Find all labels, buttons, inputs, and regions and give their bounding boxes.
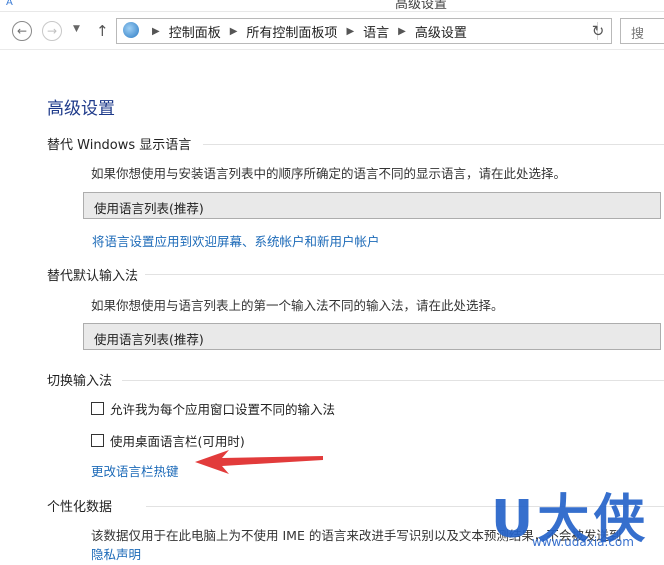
desktop-language-bar-option[interactable]: 使用桌面语言栏(可用时): [91, 431, 245, 450]
section-heading-default-input: 替代默认输入法: [47, 269, 139, 284]
chevron-right-icon[interactable]: ▶: [346, 26, 354, 37]
arrow-right-icon: →: [46, 24, 58, 38]
section-heading-switch-input: 切换输入法: [47, 374, 113, 389]
breadcrumb-item[interactable]: 语言: [363, 22, 389, 41]
display-language-select[interactable]: 使用语言列表(推荐): [83, 192, 661, 219]
navigation-bar: ← → ▼ ↑ ▶ 控制面板 ▶ 所有控制面板项 ▶ 语言 ▶ 高级设置 ↻ 搜: [0, 12, 664, 50]
refresh-icon: ↻: [591, 22, 605, 40]
breadcrumb-item[interactable]: 所有控制面板项: [246, 22, 337, 41]
control-panel-window: A 高级设置 ← → ▼ ↑ ▶ 控制面板 ▶ 所有控制面板项 ▶ 语言 ▶ 高…: [0, 0, 664, 565]
forward-button[interactable]: →: [42, 21, 62, 41]
page-title: 高级设置: [47, 99, 115, 119]
section-heading-personalization: 个性化数据: [47, 500, 113, 515]
per-app-input-label[interactable]: 允许我为每个应用窗口设置不同的输入法: [110, 399, 335, 418]
chevron-right-icon[interactable]: ▶: [398, 26, 406, 37]
breadcrumb: ▶ 控制面板 ▶ 所有控制面板项 ▶ 语言 ▶ 高级设置: [143, 22, 467, 41]
per-app-input-checkbox[interactable]: [91, 402, 104, 415]
red-arrow-annotation: [195, 450, 323, 474]
recent-locations-dropdown[interactable]: ▼: [73, 24, 80, 34]
section-divider: [145, 274, 664, 275]
chevron-right-icon[interactable]: ▶: [230, 26, 238, 37]
section-divider: [122, 380, 664, 381]
arrow-left-icon: ←: [16, 24, 28, 38]
site-watermark: U大侠 www.udaxia.com: [488, 477, 664, 559]
title-bar: A 高级设置: [0, 0, 664, 12]
display-language-description: 如果你想使用与安装语言列表中的顺序所确定的语言不同的显示语言，请在此处选择。: [91, 166, 567, 181]
chevron-right-icon[interactable]: ▶: [152, 26, 160, 37]
apply-welcome-screen-link[interactable]: 将语言设置应用到欢迎屏幕、系统帐户和新用户帐户: [92, 231, 380, 250]
section-heading-display-language: 替代 Windows 显示语言: [47, 138, 192, 153]
change-language-bar-hotkeys-link[interactable]: 更改语言栏热键: [91, 461, 179, 480]
control-panel-icon: [121, 20, 143, 42]
desktop-language-bar-label[interactable]: 使用桌面语言栏(可用时): [110, 431, 245, 450]
search-placeholder: 搜: [631, 27, 645, 42]
address-bar[interactable]: ▶ 控制面板 ▶ 所有控制面板项 ▶ 语言 ▶ 高级设置: [116, 18, 612, 44]
per-app-input-option[interactable]: 允许我为每个应用窗口设置不同的输入法: [91, 399, 335, 418]
refresh-button[interactable]: ↻: [586, 21, 610, 41]
default-input-description: 如果你想使用与语言列表上的第一个输入法不同的输入法，请在此处选择。: [91, 298, 504, 313]
section-divider: [203, 144, 664, 145]
breadcrumb-item[interactable]: 高级设置: [415, 22, 467, 41]
desktop-language-bar-checkbox[interactable]: [91, 434, 104, 447]
privacy-statement-link[interactable]: 隐私声明: [91, 544, 141, 563]
back-button[interactable]: ←: [12, 21, 32, 41]
search-input[interactable]: 搜: [620, 18, 664, 44]
app-icon: A: [6, 0, 13, 8]
window-title: 高级设置: [395, 0, 448, 12]
up-level-button[interactable]: ↑: [96, 22, 109, 40]
default-input-select[interactable]: 使用语言列表(推荐): [83, 323, 661, 350]
watermark-url: www.udaxia.com: [532, 535, 634, 549]
breadcrumb-item[interactable]: 控制面板: [169, 22, 221, 41]
